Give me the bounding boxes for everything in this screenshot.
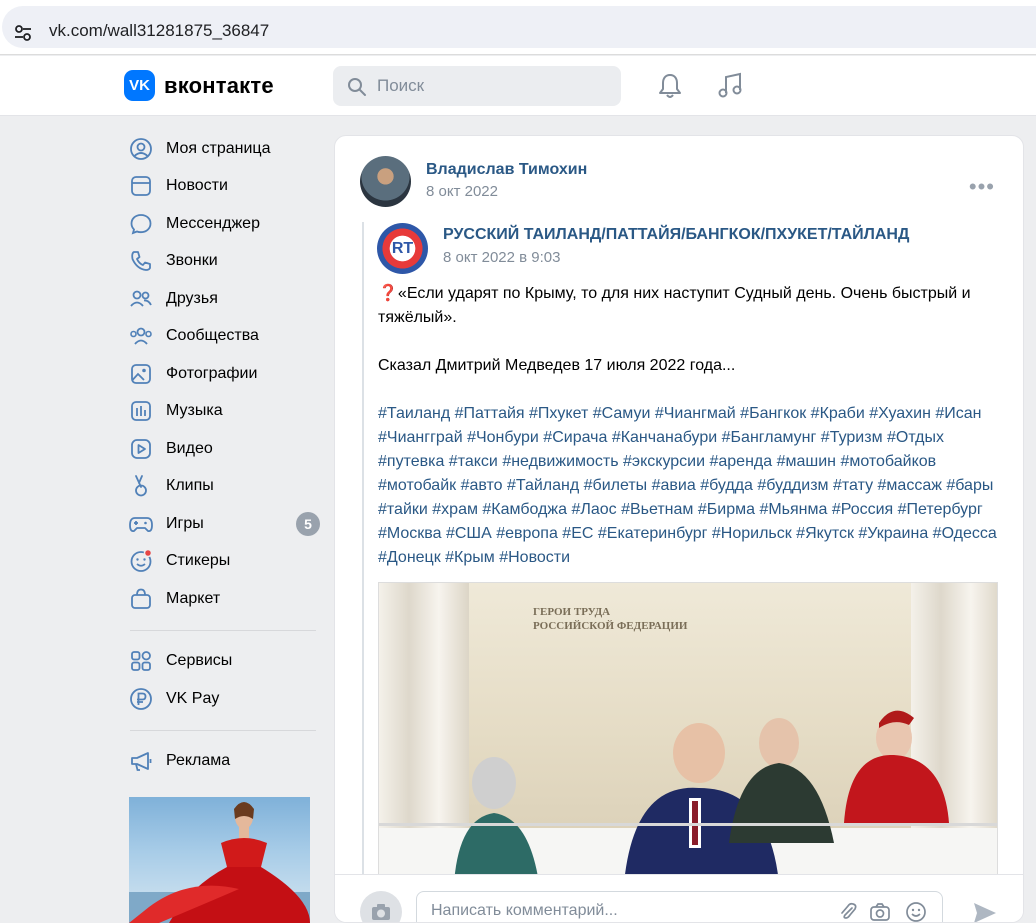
sidebar-item-label: Друзья [166, 289, 218, 307]
music-note-icon[interactable] [715, 71, 745, 101]
post-attribution: Сказал Дмитрий Медведев 17 июля 2022 год… [378, 357, 736, 374]
vk-logo-text: вконтакте [164, 72, 274, 98]
send-icon[interactable] [972, 901, 998, 923]
grid-icon [128, 648, 154, 674]
sidebar-item-label: Новости [166, 177, 228, 195]
photo-icon [128, 361, 154, 387]
sidebar-item-label: Маркет [166, 589, 221, 607]
comment-bar [335, 874, 1023, 923]
post-card: Владислав Тимохин 8 окт 2022 ••• RT РУСС… [334, 135, 1024, 923]
camera-icon[interactable] [869, 901, 891, 923]
search-input[interactable] [377, 75, 607, 97]
site-settings-icon[interactable] [12, 22, 34, 44]
browser-url-bar: vk.com/wall31281875_36847 [0, 0, 1036, 55]
user-circle-icon [128, 136, 154, 162]
search-icon [348, 78, 366, 96]
sidebar-item-label: Стикеры [166, 552, 231, 570]
url-field[interactable]: vk.com/wall31281875_36847 [2, 6, 1036, 48]
sidebar-item-megaphone[interactable]: Реклама [128, 743, 320, 781]
sidebar-item-ruble[interactable]: VK Pay [128, 680, 320, 718]
repost-date[interactable]: 8 окт 2022 в 9:03 [443, 249, 561, 266]
phone-icon [128, 248, 154, 274]
ad-banner-image[interactable] [129, 797, 310, 923]
sidebar-item-photo[interactable]: Фотографии [128, 355, 320, 393]
sidebar-item-user-circle[interactable]: Моя страница [128, 130, 320, 168]
clips-icon [128, 473, 154, 499]
sidebar-divider [130, 729, 316, 731]
emoji-icon[interactable] [905, 901, 927, 923]
communities-icon [128, 323, 154, 349]
ad-model-figure [129, 802, 310, 923]
url-text[interactable]: vk.com/wall31281875_36847 [49, 21, 269, 41]
smile-icon [128, 548, 154, 574]
sidebar-item-label: VK Pay [166, 689, 220, 707]
sidebar-item-label: Мессенджер [166, 214, 260, 232]
sidebar-item-message[interactable]: Мессенджер [128, 205, 320, 243]
camera-icon [372, 904, 390, 920]
sidebar-item-label: Сообщества [166, 327, 259, 345]
sidebar-item-label: Сервисы [166, 652, 233, 670]
sidebar-item-communities[interactable]: Сообщества [128, 318, 320, 356]
sidebar-item-friends[interactable]: Друзья [128, 280, 320, 318]
more-options-icon[interactable]: ••• [969, 174, 995, 200]
notification-badge: 5 [296, 512, 320, 536]
sidebar-item-label: Музыка [166, 402, 223, 420]
gamepad-icon [128, 511, 154, 537]
post-quote: ❓«Если ударят по Крыму, то для них насту… [378, 285, 971, 326]
post-hashtags[interactable]: #Таиланд #Паттайя #Пхукет #Самуи #Чиангм… [378, 402, 1008, 570]
sidebar-item-gamepad[interactable]: Игры 5 [128, 505, 320, 543]
post-date[interactable]: 8 окт 2022 [426, 183, 498, 200]
group-avatar[interactable]: RT [377, 223, 428, 274]
sidebar-item-label: Реклама [166, 752, 231, 770]
sidebar-item-grid[interactable]: Сервисы [128, 643, 320, 681]
repost-indicator-line [362, 222, 364, 922]
music-icon [128, 398, 154, 424]
sidebar-item-label: Видео [166, 439, 213, 457]
bag-icon [128, 586, 154, 612]
comment-input[interactable] [431, 902, 811, 920]
search-box[interactable] [333, 66, 621, 106]
message-icon [128, 211, 154, 237]
megaphone-icon [128, 748, 154, 774]
sidebar-item-label: Клипы [166, 477, 214, 495]
attach-icon[interactable] [837, 901, 859, 923]
sidebar-divider [130, 629, 316, 631]
sidebar-item-phone[interactable]: Звонки [128, 243, 320, 281]
photo-scene [379, 710, 997, 881]
vk-header: VK вконтакте [0, 56, 1036, 116]
bell-icon[interactable] [655, 71, 685, 101]
sidebar-item-label: Фотографии [166, 364, 258, 382]
post-author-name[interactable]: Владислав Тимохин [426, 161, 587, 179]
left-sidebar: Моя страница Новости Мессенджер Звонки Друзь… [128, 130, 320, 780]
repost-group-name[interactable]: РУССКИЙ ТАИЛАНД/ПАТТАЙЯ/БАНГКОК/ПХУКЕТ/Т… [443, 226, 909, 244]
sidebar-item-smile[interactable]: Стикеры [128, 543, 320, 581]
sidebar-item-label: Моя страница [166, 139, 271, 157]
author-avatar[interactable] [360, 156, 411, 207]
vk-logo[interactable]: VK вконтакте [124, 70, 274, 101]
sidebar-item-clips[interactable]: Клипы [128, 468, 320, 506]
post-text: ❓«Если ударят по Крыму, то для них насту… [378, 282, 1008, 594]
commenter-avatar[interactable] [360, 891, 402, 922]
sidebar-item-label: Звонки [166, 252, 218, 270]
comment-field[interactable] [416, 891, 943, 923]
video-icon [128, 436, 154, 462]
friends-icon [128, 286, 154, 312]
sidebar-item-music[interactable]: Музыка [128, 393, 320, 431]
sidebar-item-news[interactable]: Новости [128, 168, 320, 206]
news-icon [128, 173, 154, 199]
post-photo[interactable]: ГЕРОИ ТРУДА РОССИЙСКОЙ ФЕДЕРАЦИИ [378, 582, 998, 882]
vk-logo-icon: VK [124, 70, 155, 101]
ruble-icon [128, 686, 154, 712]
sidebar-item-video[interactable]: Видео [128, 430, 320, 468]
sidebar-item-label: Игры [166, 514, 204, 532]
sidebar-item-bag[interactable]: Маркет [128, 580, 320, 618]
